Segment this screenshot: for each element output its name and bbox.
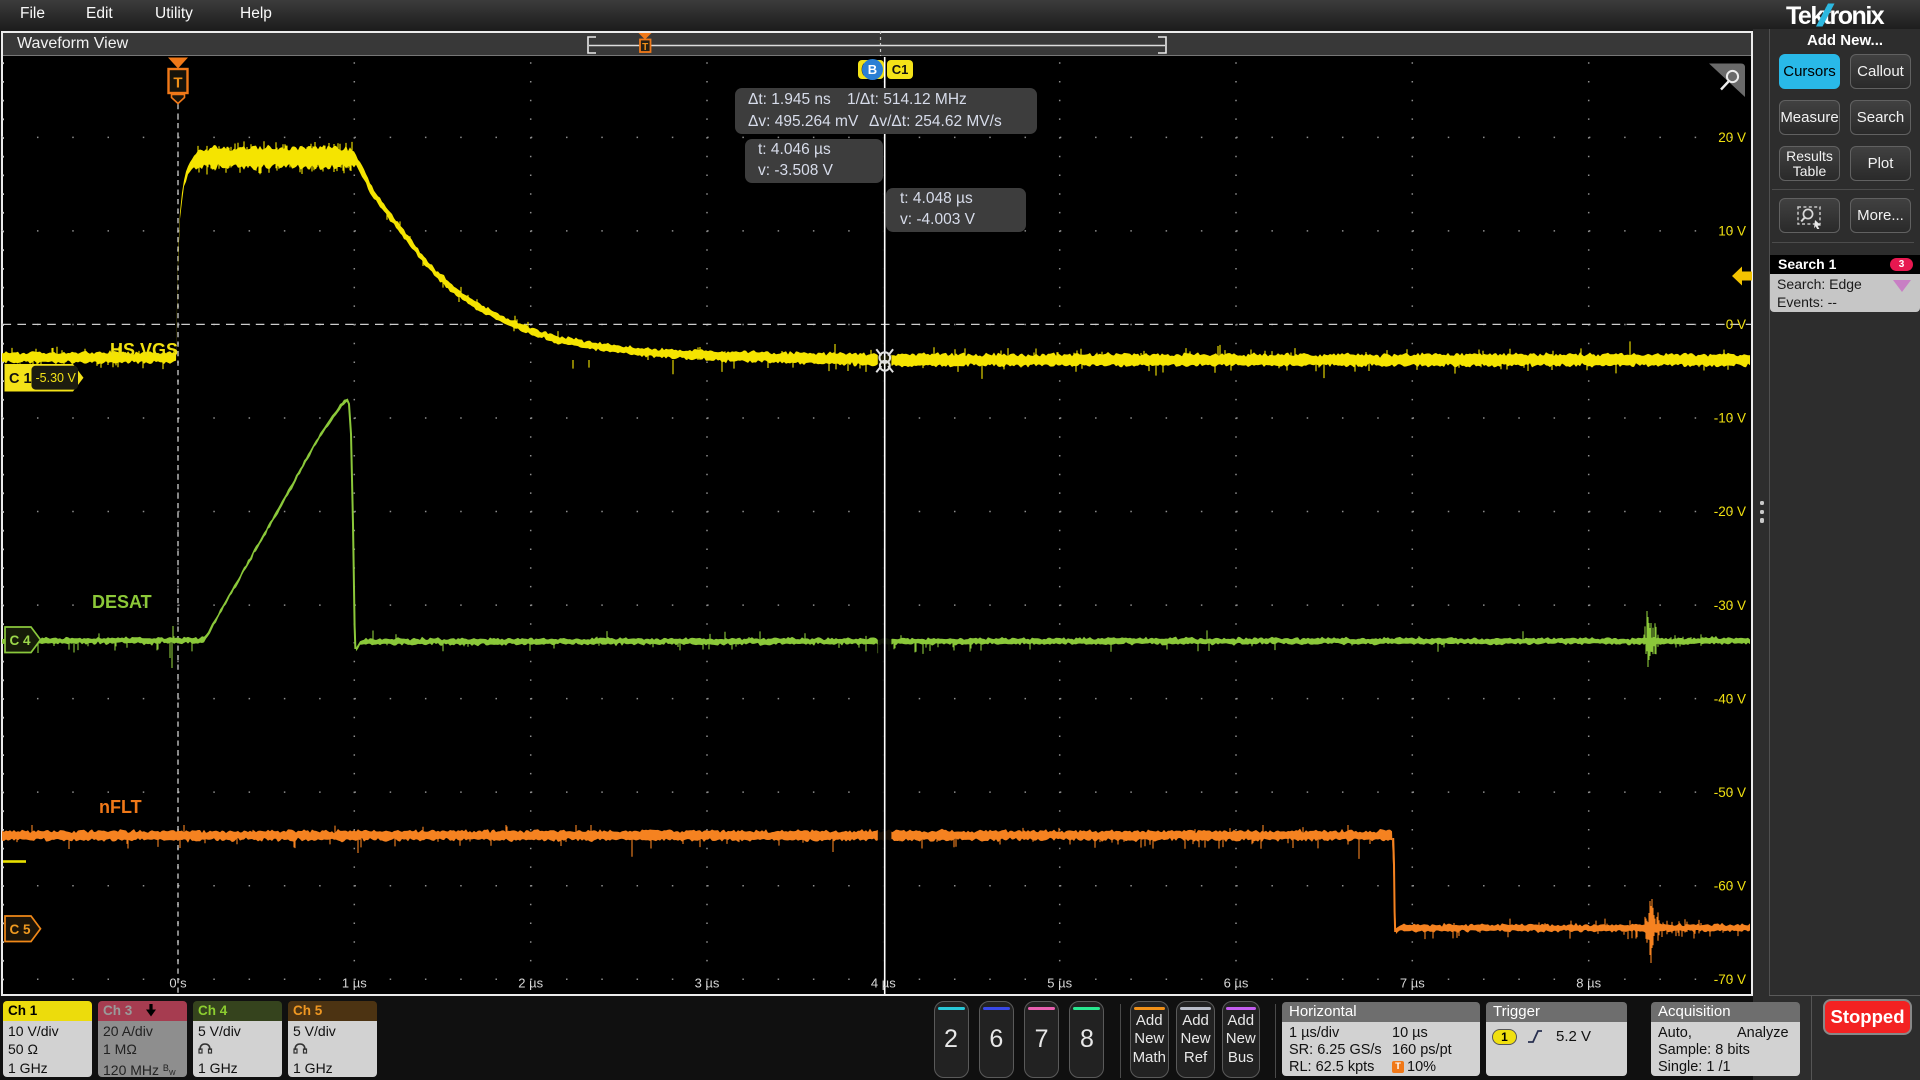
svg-text:-10 V: -10 V — [1714, 411, 1746, 426]
svg-text:-30 V: -30 V — [1714, 598, 1746, 613]
svg-text:0 s: 0 s — [169, 976, 187, 991]
svg-text:-5.30 V: -5.30 V — [36, 371, 77, 385]
svg-text:10 V: 10 V — [1718, 224, 1746, 239]
svg-text:4 µs: 4 µs — [871, 976, 896, 991]
svg-text:T: T — [642, 42, 648, 53]
svg-text:DESAT: DESAT — [92, 592, 152, 612]
svg-text:7 µs: 7 µs — [1400, 976, 1425, 991]
svg-text:0 V: 0 V — [1726, 317, 1746, 332]
svg-text:T: T — [173, 75, 182, 92]
svg-text:1 µs: 1 µs — [342, 976, 367, 991]
svg-text:HS VGS: HS VGS — [110, 340, 178, 360]
svg-text:Tektronix: Tektronix — [1786, 2, 1885, 30]
svg-text:20 V: 20 V — [1718, 130, 1746, 145]
svg-text:8 µs: 8 µs — [1576, 976, 1601, 991]
svg-text:5 µs: 5 µs — [1047, 976, 1072, 991]
svg-text:-20 V: -20 V — [1714, 504, 1746, 519]
svg-text:-40 V: -40 V — [1714, 691, 1746, 706]
svg-text:-70 V: -70 V — [1714, 972, 1746, 987]
svg-text:-60 V: -60 V — [1714, 878, 1746, 893]
svg-text:-50 V: -50 V — [1714, 785, 1746, 800]
svg-text:2 µs: 2 µs — [518, 976, 543, 991]
svg-text:6 µs: 6 µs — [1224, 976, 1249, 991]
svg-text:C 4: C 4 — [10, 633, 32, 648]
svg-text:nFLT: nFLT — [99, 797, 142, 817]
svg-text:C 5: C 5 — [10, 922, 32, 937]
svg-text:3 µs: 3 µs — [695, 976, 720, 991]
svg-text:C 1: C 1 — [9, 371, 32, 387]
